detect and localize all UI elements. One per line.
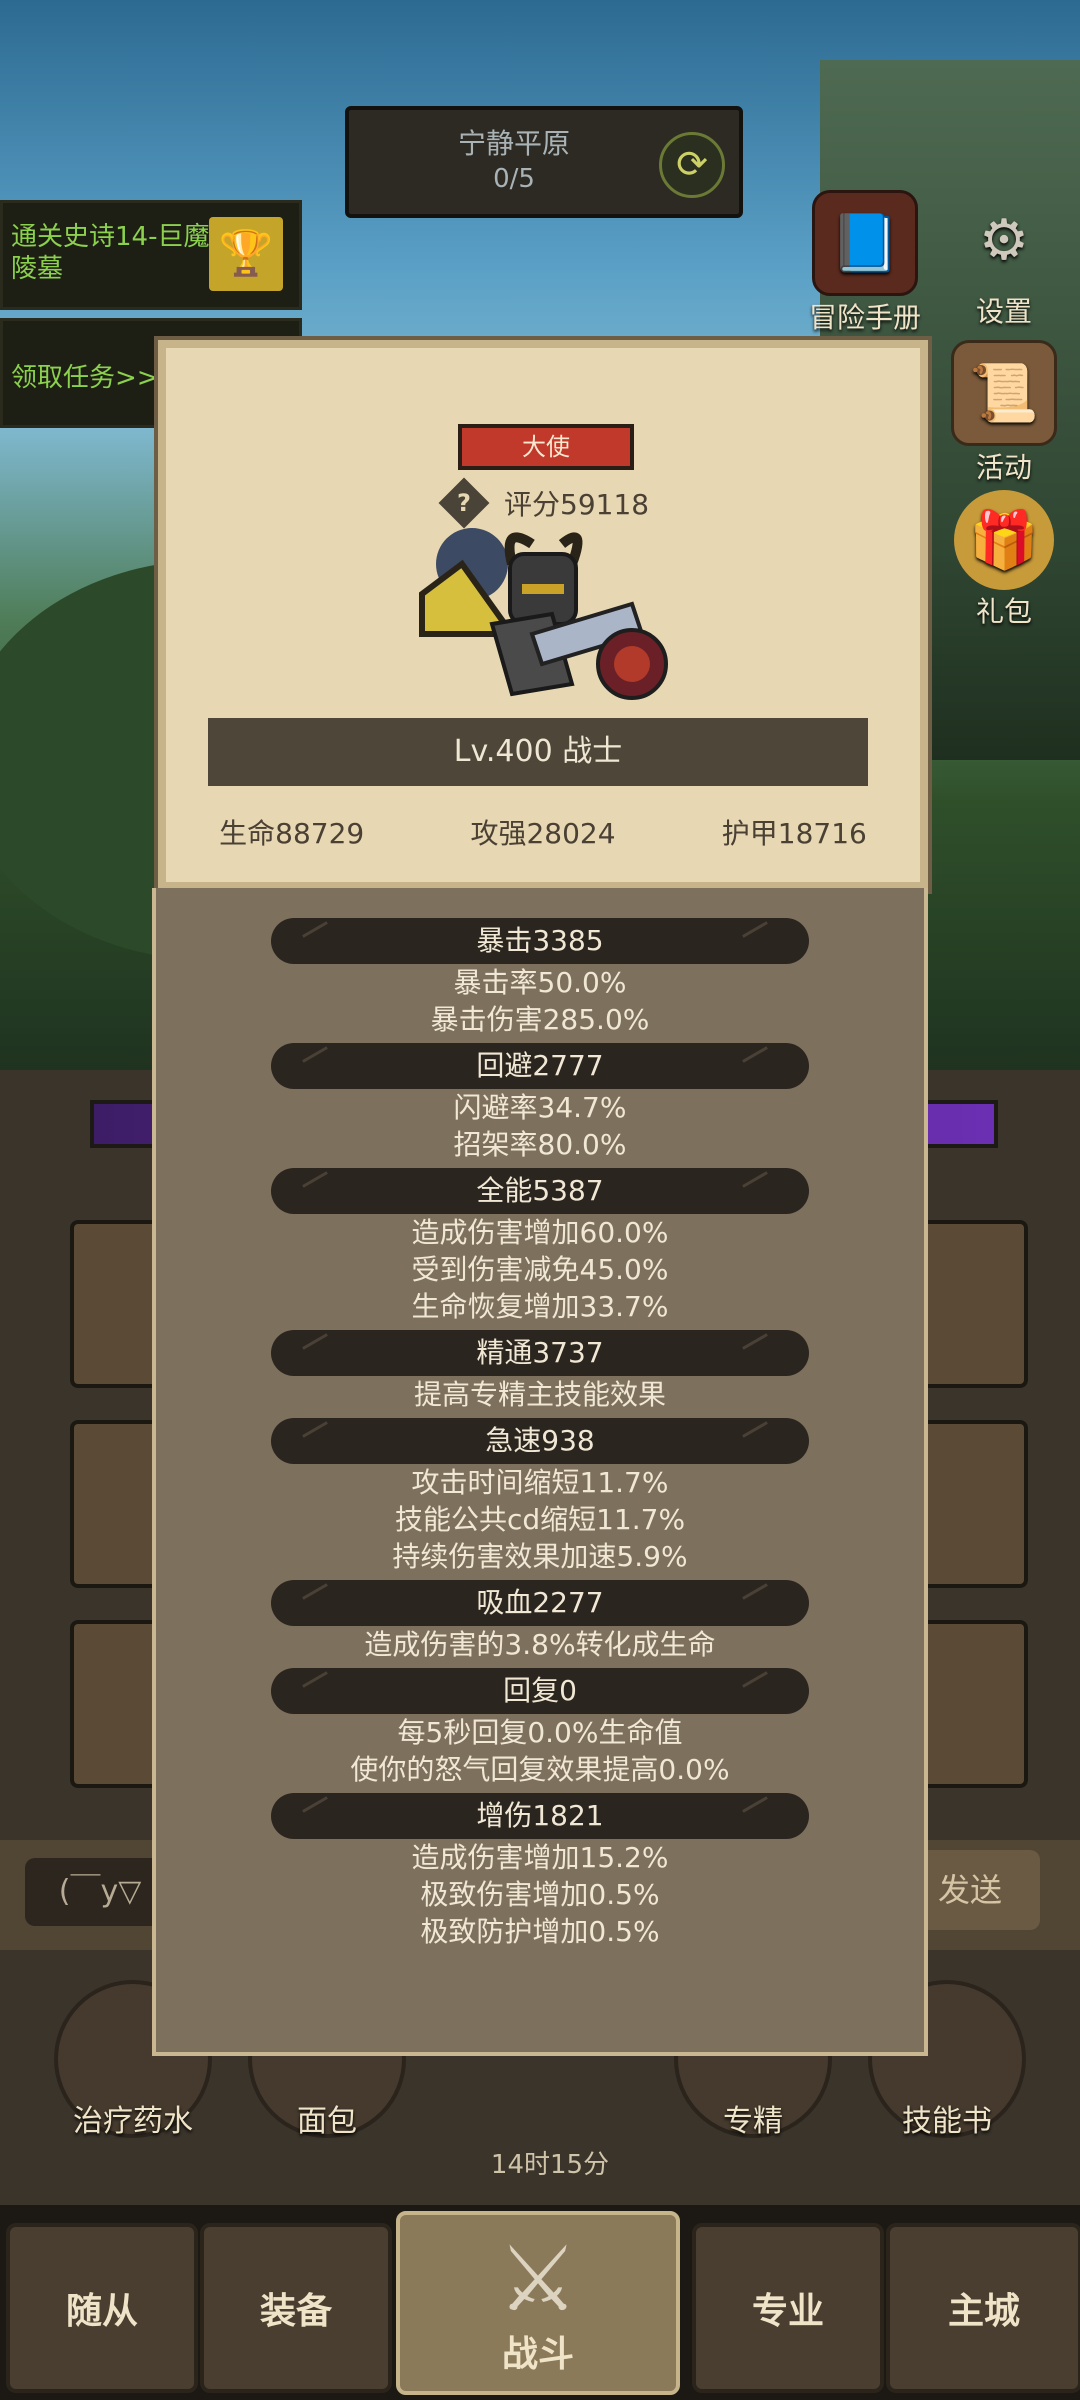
- stat-header: 回复0: [271, 1668, 809, 1714]
- stat-line: 暴击伤害285.0%: [430, 1003, 650, 1036]
- nav-main-city[interactable]: 主城: [886, 2223, 1080, 2393]
- stat-group-crit: 暴击3385 暴击率50.0% 暴击伤害285.0%: [156, 918, 924, 1038]
- nav-equipment[interactable]: 装备: [200, 2223, 392, 2393]
- nav-battle-label: 战斗: [501, 2334, 574, 2375]
- bottom-nav: 随从 装备 ⚔ 战斗 专业 主城: [0, 2205, 1080, 2400]
- nav-profession[interactable]: 专业: [692, 2223, 884, 2393]
- stat-group-haste: 急速938 攻击时间缩短11.7% 技能公共cd缩短11.7% 持续伤害效果加速…: [156, 1418, 924, 1575]
- task-text: 领取任务>>: [11, 363, 159, 393]
- stat-line: 极致伤害增加0.5%: [420, 1878, 660, 1911]
- adventure-handbook-button[interactable]: 📘 冒险手册: [805, 190, 925, 336]
- side-button-label: 设置: [975, 295, 1032, 328]
- area-progress: 0/5: [493, 164, 535, 194]
- stat-header: 回避2777: [271, 1043, 809, 1089]
- nav-battle[interactable]: ⚔ 战斗: [396, 2211, 680, 2395]
- activity-button[interactable]: 📜 活动: [944, 340, 1064, 486]
- stat-line: 造成伤害增加60.0%: [411, 1216, 669, 1249]
- stat-line: 生命恢复增加33.7%: [411, 1290, 669, 1323]
- stat-line: 极致防护增加0.5%: [420, 1915, 660, 1948]
- refresh-icon[interactable]: ⟳: [659, 132, 725, 198]
- stat-group-lifesteal: 吸血2277 造成伤害的3.8%转化成生命: [156, 1580, 924, 1663]
- stat-header: 暴击3385: [271, 918, 809, 964]
- quest-text: 通关史诗14-巨魔陵墓: [11, 222, 210, 284]
- gift-pack-button[interactable]: 🎁 礼包: [944, 490, 1064, 630]
- stat-header: 精通3737: [271, 1330, 809, 1376]
- crossed-swords-icon: ⚔: [497, 2227, 579, 2332]
- stat-line: 受到伤害减免45.0%: [411, 1253, 669, 1286]
- area-name: 宁静平原: [457, 127, 570, 160]
- stat-line: 暴击率50.0%: [453, 966, 627, 999]
- stats-panel: 暴击3385 暴击率50.0% 暴击伤害285.0% 回避2777 闪避率34.…: [152, 888, 928, 2056]
- stat-line: 使你的怒气回复效果提高0.0%: [350, 1753, 730, 1786]
- stat-line: 攻击时间缩短11.7%: [411, 1466, 669, 1499]
- gift-icon: 🎁: [954, 490, 1054, 590]
- timer-text: 14时15分: [490, 2150, 610, 2180]
- stat-line: 技能公共cd缩短11.7%: [394, 1503, 686, 1536]
- side-button-label: 礼包: [975, 595, 1032, 628]
- stat-header: 增伤1821: [271, 1793, 809, 1839]
- stat-header: 吸血2277: [271, 1580, 809, 1626]
- attack-stat: 攻强28024: [470, 817, 616, 850]
- settings-button[interactable]: ⚙ 设置: [944, 190, 1064, 330]
- stat-line: 造成伤害的3.8%转化成生命: [364, 1628, 716, 1661]
- stat-group-versatility: 全能5387 造成伤害增加60.0% 受到伤害减免45.0% 生命恢复增加33.…: [156, 1168, 924, 1325]
- primary-stats: 生命88729 攻强28024 护甲18716: [166, 812, 920, 852]
- stats-list: 暴击3385 暴击率50.0% 暴击伤害285.0% 回避2777 闪避率34.…: [156, 918, 924, 1955]
- area-panel[interactable]: 宁静平原 0/5 ⟳: [345, 106, 743, 218]
- hp-stat: 生命88729: [219, 817, 365, 850]
- side-button-label: 活动: [975, 451, 1032, 484]
- stat-line: 每5秒回复0.0%生命值: [397, 1716, 683, 1749]
- stat-group-avoidance: 回避2777 闪避率34.7% 招架率80.0%: [156, 1043, 924, 1163]
- utility-label: 治疗药水: [73, 2104, 193, 2139]
- stat-line: 持续伤害效果加速5.9%: [392, 1540, 688, 1573]
- stat-header: 急速938: [271, 1418, 809, 1464]
- stat-group-regen: 回复0 每5秒回复0.0%生命值 使你的怒气回复效果提高0.0%: [156, 1668, 924, 1788]
- level-class-bar: Lv.400 战士: [208, 718, 868, 786]
- stat-group-mastery: 精通3737 提高专精主技能效果: [156, 1330, 924, 1413]
- stat-header: 全能5387: [271, 1168, 809, 1214]
- nav-followers[interactable]: 随从: [6, 2223, 198, 2393]
- utility-label: 专精: [723, 2104, 783, 2139]
- side-button-label: 冒险手册: [808, 301, 921, 334]
- utility-label: 技能书: [902, 2104, 992, 2139]
- help-icon[interactable]: ?: [438, 477, 490, 529]
- book-icon: 📘: [812, 190, 918, 296]
- scroll-icon: 📜: [951, 340, 1057, 446]
- gear-icon: ⚙: [978, 207, 1030, 273]
- title-badge: 大使: [458, 424, 634, 470]
- stat-line: 提高专精主技能效果: [413, 1378, 666, 1411]
- score-row: ? 评分59118: [438, 477, 650, 529]
- score-text: 评分59118: [504, 488, 650, 521]
- quest-tracker[interactable]: 通关史诗14-巨魔陵墓 🏆: [0, 200, 302, 310]
- utility-label: 面包: [297, 2104, 357, 2139]
- stat-group-damage-bonus: 增伤1821 造成伤害增加15.2% 极致伤害增加0.5% 极致防护增加0.5%: [156, 1793, 924, 1950]
- character-card: 大使 ? 评分59118 Lv.400 战士 生命88729 攻强28024 护…: [158, 340, 928, 890]
- warrior-character-portrait: [419, 528, 668, 700]
- stat-line: 招架率80.0%: [453, 1128, 627, 1161]
- trophy-icon: 🏆: [209, 217, 283, 291]
- stat-line: 造成伤害增加15.2%: [411, 1841, 669, 1874]
- stat-line: 闪避率34.7%: [453, 1091, 627, 1124]
- armor-stat: 护甲18716: [721, 817, 867, 850]
